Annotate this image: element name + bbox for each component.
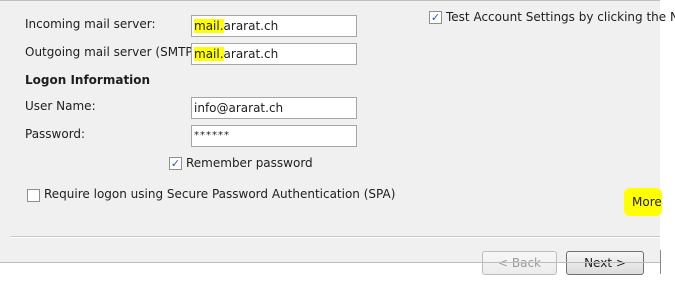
username-input[interactable]: info@ararat.ch: [191, 97, 357, 119]
incoming-server-label: Incoming mail server:: [25, 17, 156, 31]
spa-checkbox[interactable]: [27, 189, 40, 202]
remember-password-checkbox[interactable]: ✓: [169, 157, 182, 170]
password-input[interactable]: ******: [191, 125, 357, 147]
next-button[interactable]: Next >: [566, 251, 644, 275]
test-settings-checkbox[interactable]: ✓: [429, 11, 442, 24]
incoming-server-highlight: mail.: [194, 19, 224, 33]
back-button[interactable]: < Back: [482, 251, 557, 275]
more-settings-button[interactable]: More: [624, 188, 662, 216]
button-separator: [660, 250, 661, 274]
logon-information-heading: Logon Information: [25, 73, 151, 87]
bottom-border: [0, 262, 660, 263]
top-border: [0, 0, 660, 1]
outgoing-server-label: Outgoing mail server (SMTP):: [25, 45, 202, 59]
incoming-server-value: ararat.ch: [223, 19, 279, 33]
test-settings-label: Test Account Settings by clicking the Ne: [446, 10, 675, 24]
incoming-server-input[interactable]: mail.ararat.ch: [191, 15, 357, 37]
password-label: Password:: [25, 127, 86, 141]
outgoing-server-input[interactable]: mail.ararat.ch: [191, 43, 357, 65]
outgoing-server-value: ararat.ch: [223, 47, 279, 61]
checkmark-icon: ✓: [170, 157, 181, 170]
spa-label: Require logon using Secure Password Auth…: [44, 187, 396, 201]
account-settings-panel: Incoming mail server: mail.ararat.ch Out…: [0, 0, 675, 275]
checkmark-icon: ✓: [430, 11, 441, 24]
outgoing-server-highlight: mail.: [194, 47, 224, 61]
divider-highlight: [10, 237, 660, 238]
remember-password-label: Remember password: [186, 156, 313, 170]
username-label: User Name:: [25, 99, 96, 113]
